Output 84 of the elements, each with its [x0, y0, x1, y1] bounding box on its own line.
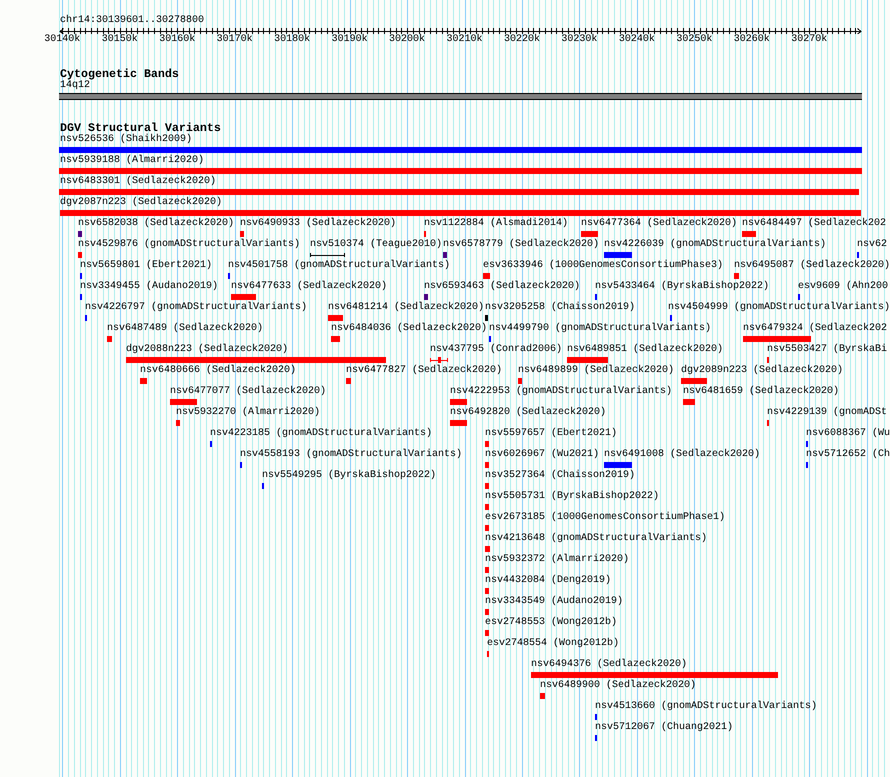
- tick-label: 30270k: [791, 34, 828, 46]
- variant-label: nsv4223185 (gnomADStructuralVariants): [210, 428, 432, 440]
- variant-label: nsv1122884 (Alsmadi2014): [424, 218, 568, 230]
- variant-label: nsv4558193 (gnomADStructuralVariants): [240, 449, 462, 461]
- variant-label: nsv6494376 (Sedlazeck2020): [531, 659, 688, 671]
- variant-label: nsv4213648 (gnomADStructuralVariants): [485, 533, 708, 545]
- tick-label: 30230k: [561, 34, 598, 46]
- tick-label: 30150k: [102, 34, 138, 46]
- variant-label: nsv6481659 (Sedlazeck2020): [683, 386, 840, 398]
- track-title: DGV Structural Variants: [60, 122, 221, 134]
- variant-label: nsv5503427 (ByrskaBi: [767, 344, 888, 356]
- variant-label: nsv526536 (Shaikh2009): [60, 134, 192, 146]
- variant-label: nsv437795 (Conrad2006): [430, 344, 562, 356]
- tick-label: 30240k: [618, 34, 655, 46]
- variant-label: nsv6487489 (Sedlazeck2020): [107, 323, 264, 335]
- variant-label: nsv6489851 (Sedlazeck2020): [567, 344, 724, 356]
- variant-label: nsv4504999 (gnomADStructuralVariants): [668, 302, 890, 314]
- variant-label: nsv6088367 (Wu: [806, 428, 890, 440]
- variant-label: nsv4529876 (gnomADStructuralVariants): [78, 239, 300, 251]
- tick-label: 30140k: [44, 34, 80, 46]
- tick-label: 30180k: [274, 34, 310, 46]
- variant-label: nsv6593463 (Sedlazeck2020): [424, 281, 580, 293]
- variant-label: nsv5932270 (Almarri2020): [176, 407, 320, 419]
- variant-label: nsv6483301 (Sedlazeck2020): [60, 176, 216, 188]
- variant-label: nsv5712067 (Chuang2021): [595, 722, 734, 734]
- variant-label: nsv6026967 (Wu2021): [485, 449, 600, 461]
- tick-label: 30210k: [446, 34, 483, 46]
- variant-label: nsv3343549 (Audano2019): [485, 596, 624, 608]
- variant-label: nsv6479324 (Sedlazeck202: [743, 323, 888, 335]
- band-label: 14q12: [60, 80, 90, 92]
- variant-label: nsv6480666 (Sedlazeck2020): [140, 365, 296, 377]
- variant-label: nsv4226039 (gnomADStructuralVariants): [604, 239, 826, 251]
- variant-label: dgv2088n223 (Sedlazeck2020): [126, 344, 288, 356]
- variant-label: nsv5939188 (Almarri2020): [60, 155, 204, 167]
- tick-label: 30250k: [676, 34, 712, 46]
- variant-label: nsv4226797 (gnomADStructuralVariants): [85, 302, 308, 314]
- variant-label: nsv5712652 (Ch: [806, 449, 890, 461]
- variant-label: nsv3349455 (Audano2019): [80, 281, 218, 293]
- tick-label: 30170k: [216, 34, 253, 46]
- tick-label: 30260k: [734, 34, 770, 46]
- location-label: chr14:30139601..30278800: [60, 15, 204, 27]
- variant-label: nsv4229139 (gnomADSt: [767, 407, 888, 419]
- variant-label: nsv5659801 (Ebert2021): [80, 260, 212, 272]
- variant-label: nsv6489899 (Sedlazeck2020): [518, 365, 674, 377]
- variant-label: nsv5932372 (Almarri2020): [485, 554, 630, 566]
- variant-label: nsv6481214 (Sedlazeck2020): [328, 302, 484, 314]
- variant-label: nsv6489900 (Sedlazeck2020): [540, 680, 696, 692]
- variant-label: nsv5433464 (ByrskaBishop2022): [595, 281, 770, 293]
- variant-label: esv9609 (Ahn200: [798, 281, 888, 293]
- variant-label: nsv6495087 (Sedlazeck2020): [734, 260, 890, 272]
- variant-label: nsv6477364 (Sedlazeck2020): [581, 218, 738, 230]
- variant-label: nsv6578779 (Sedlazeck2020): [443, 239, 600, 251]
- variant-label: dgv2087n223 (Sedlazeck2020): [60, 197, 222, 209]
- variant-label: nsv4513660 (gnomADStructuralVariants): [595, 701, 818, 713]
- variant-label: nsv6484497 (Sedlazeck202: [742, 218, 886, 230]
- variant-label: nsv6477633 (Sedlazeck2020): [231, 281, 388, 293]
- variant-label: nsv4501758 (gnomADStructuralVariants): [228, 260, 450, 272]
- track-title: Cytogenetic Bands: [60, 68, 179, 80]
- variant-label: esv2748553 (Wong2012b): [485, 617, 618, 629]
- tick-label: 30160k: [159, 34, 196, 46]
- variant-label: esv3633946 (1000GenomesConsortiumPhase3): [483, 260, 724, 272]
- variant-label: nsv3527364 (Chaisson2019): [485, 470, 636, 482]
- variant-label: nsv4222953 (gnomADStructuralVariants): [450, 386, 672, 398]
- variant-label: nsv3205258 (Chaisson2019): [485, 302, 636, 314]
- variant-label: nsv5597657 (Ebert2021): [485, 428, 618, 440]
- variant-label: nsv6477827 (Sedlazeck2020): [346, 365, 502, 377]
- variant-label: nsv4432084 (Deng2019): [485, 575, 612, 587]
- tick-label: 30220k: [504, 34, 540, 46]
- variant-label: nsv5505731 (ByrskaBishop2022): [485, 491, 660, 503]
- variant-label: nsv62: [857, 239, 888, 251]
- variant-label: esv2748554 (Wong2012b): [487, 638, 620, 650]
- tick-label: 30190k: [332, 34, 368, 46]
- variant-label: nsv5549295 (ByrskaBishop2022): [262, 470, 436, 482]
- variant-label: nsv4499790 (gnomADStructuralVariants): [489, 323, 712, 335]
- variant-label: nsv510374 (Teague2010): [310, 239, 442, 251]
- variant-label: nsv6490933 (Sedlazeck2020): [240, 218, 396, 230]
- variant-label: nsv6582038 (Sedlazeck2020): [78, 218, 234, 230]
- variant-label: esv2673185 (1000GenomesConsortiumPhase1): [485, 512, 726, 524]
- variant-label: nsv6477077 (Sedlazeck2020): [170, 386, 326, 398]
- variant-label: nsv6491008 (Sedlazeck2020): [604, 449, 760, 461]
- tick-label: 30200k: [389, 34, 426, 46]
- variant-label: dgv2089n223 (Sedlazeck2020): [681, 365, 844, 377]
- variant-label: nsv6492820 (Sedlazeck2020): [450, 407, 606, 419]
- variant-label: nsv6484036 (Sedlazeck2020): [331, 323, 488, 335]
